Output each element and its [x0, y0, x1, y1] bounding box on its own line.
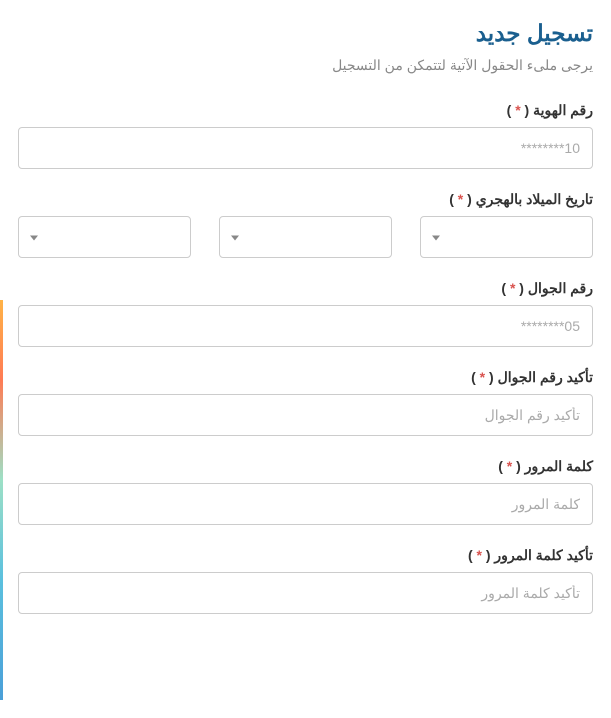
label-mobile-confirm: تأكيد رقم الجوال ( * )	[18, 369, 593, 386]
label-birth-date: تاريخ الميلاد بالهجري ( * )	[18, 191, 593, 208]
password-confirm-input[interactable]	[18, 572, 593, 614]
birth-month-select[interactable]	[219, 216, 392, 258]
registration-form-container: تسجيل جديد يرجى ملىء الحقول الآتية لتتمك…	[0, 0, 611, 614]
label-text-password-confirm: تأكيد كلمة المرور	[494, 547, 593, 563]
field-group-id-number: رقم الهوية ( * )	[18, 102, 593, 169]
id-number-input[interactable]	[18, 127, 593, 169]
page-title: تسجيل جديد	[18, 20, 593, 47]
field-group-mobile: رقم الجوال ( * )	[18, 280, 593, 347]
label-text-password: كلمة المرور	[525, 458, 593, 474]
label-id-number: رقم الهوية ( * )	[18, 102, 593, 119]
req-close: )	[501, 280, 510, 296]
field-group-password: كلمة المرور ( * )	[18, 458, 593, 525]
mobile-confirm-input[interactable]	[18, 394, 593, 436]
req-close: )	[468, 547, 477, 563]
birth-month-select-wrap	[219, 216, 392, 258]
page-subtitle: يرجى ملىء الحقول الآتية لتتمكن من التسجي…	[18, 57, 593, 74]
birth-year-select-wrap	[18, 216, 191, 258]
label-text-mobile-confirm: تأكيد رقم الجوال	[498, 369, 593, 385]
req-open: (	[463, 191, 475, 207]
password-input[interactable]	[18, 483, 593, 525]
label-mobile: رقم الجوال ( * )	[18, 280, 593, 297]
birth-day-select-wrap	[420, 216, 593, 258]
req-close: )	[449, 191, 458, 207]
label-text-mobile: رقم الجوال	[528, 280, 593, 296]
req-open: (	[512, 458, 524, 474]
label-password-confirm: تأكيد كلمة المرور ( * )	[18, 547, 593, 564]
req-open: (	[485, 369, 497, 385]
req-open: (	[482, 547, 494, 563]
birth-year-select[interactable]	[18, 216, 191, 258]
label-password: كلمة المرور ( * )	[18, 458, 593, 475]
field-group-mobile-confirm: تأكيد رقم الجوال ( * )	[18, 369, 593, 436]
label-text-id-number: رقم الهوية	[533, 102, 593, 118]
birth-day-select[interactable]	[420, 216, 593, 258]
birth-date-row	[18, 216, 593, 258]
req-close: )	[471, 369, 480, 385]
mobile-input[interactable]	[18, 305, 593, 347]
req-close: )	[498, 458, 507, 474]
req-open: (	[521, 102, 533, 118]
field-group-password-confirm: تأكيد كلمة المرور ( * )	[18, 547, 593, 614]
side-accent-stripe	[0, 300, 3, 700]
label-text-birth-date: تاريخ الميلاد بالهجري	[476, 191, 593, 207]
req-close: )	[507, 102, 516, 118]
req-open: (	[515, 280, 527, 296]
field-group-birth-date: تاريخ الميلاد بالهجري ( * )	[18, 191, 593, 258]
